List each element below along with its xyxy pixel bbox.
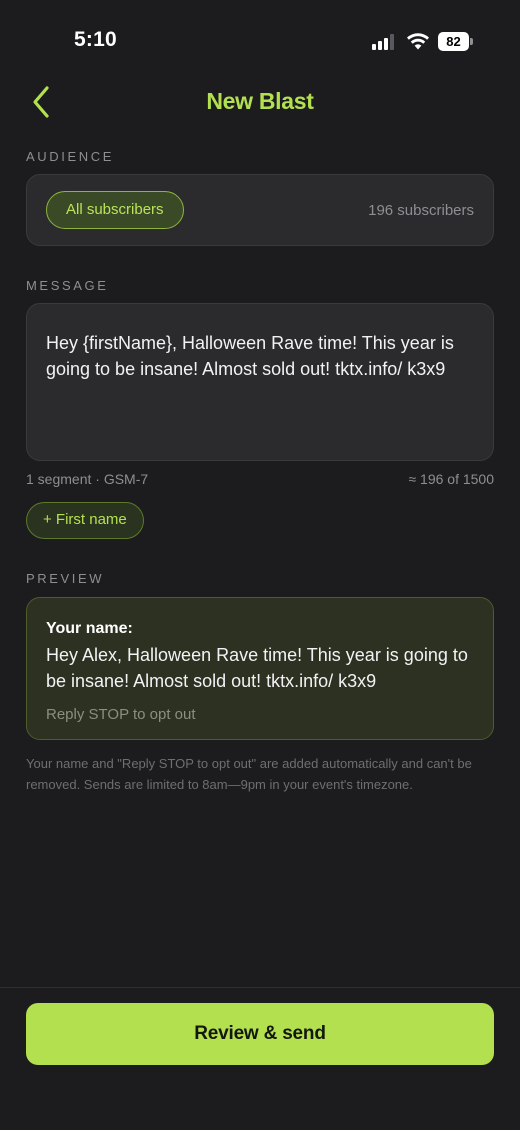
preview-name-line: Your name: [46, 620, 133, 637]
battery-level: 82 [438, 32, 469, 51]
message-label: MESSAGE [26, 278, 109, 293]
bottom-divider [0, 987, 520, 988]
message-input[interactable]: Hey {firstName}, Halloween Rave time! Th… [26, 303, 494, 461]
compliance-footnote: Your name and "Reply STOP to opt out" ar… [26, 756, 472, 792]
new-blast-screen: 5:10 82 New Blast AUDIENCE All subscribe… [0, 0, 520, 1130]
audience-card[interactable]: All subscribers 196 subscribers [26, 174, 494, 246]
audience-selector-chip[interactable]: All subscribers [46, 191, 184, 229]
review-send-button[interactable]: Review & send [26, 1003, 494, 1065]
subscriber-count: 196 subscribers [368, 202, 474, 219]
wifi-icon [407, 33, 429, 50]
signal-icon [372, 34, 398, 50]
insert-first-name-button[interactable]: + First name [26, 502, 144, 539]
preview-card: Your name: Hey Alex, Halloween Rave time… [26, 597, 494, 740]
preview-optout-text: Reply STOP to opt out [46, 706, 196, 723]
preview-label: PREVIEW [26, 571, 105, 586]
status-time: 5:10 [74, 28, 117, 51]
preview-message-text: Hey Alex, Halloween Rave time! This year… [46, 645, 468, 691]
page-title: New Blast [206, 88, 314, 114]
recipient-quota: ≈ 196 of 1500 [408, 471, 494, 487]
status-bar: 5:10 82 [0, 0, 520, 84]
segment-info: 1 segment · GSM-7 [26, 471, 149, 487]
audience-label: AUDIENCE [26, 149, 114, 164]
battery-icon: 82 [438, 32, 473, 51]
